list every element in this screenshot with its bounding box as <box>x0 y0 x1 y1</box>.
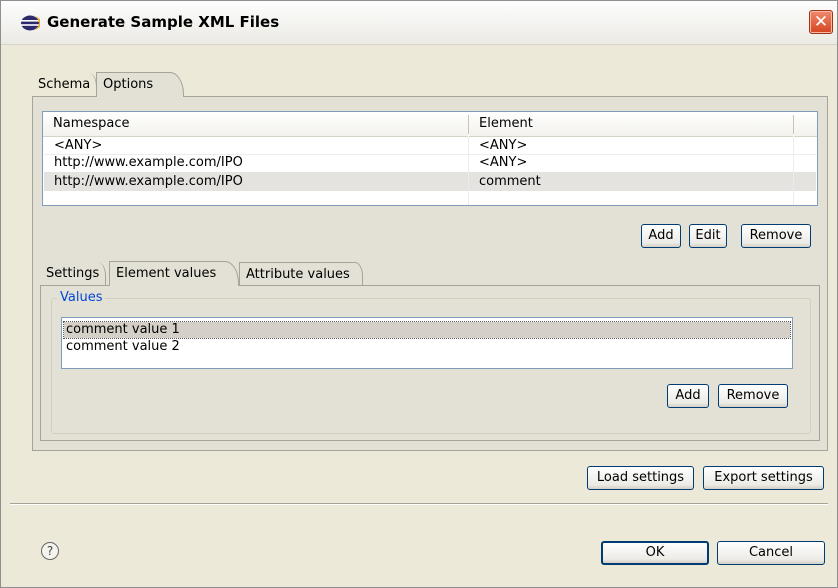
tab-attribute-values[interactable]: Attribute values <box>239 262 363 287</box>
column-gridline <box>793 137 794 205</box>
values-list[interactable]: comment value 1 comment value 2 <box>61 317 793 369</box>
row-namespace: <ANY> <box>54 138 103 153</box>
column-header-filler <box>794 112 817 137</box>
column-header-element[interactable]: Element <box>469 112 793 137</box>
add-element-button[interactable]: Add <box>641 224 681 248</box>
tab-element-values[interactable]: Element values <box>109 261 239 286</box>
dialog-window: Generate Sample XML Files ✕ Schema Optio… <box>0 0 838 588</box>
help-icon[interactable]: ? <box>41 542 59 560</box>
add-value-button[interactable]: Add <box>667 384 709 408</box>
row-element: <ANY> <box>479 138 528 153</box>
table-row[interactable]: <ANY> <ANY> <box>44 138 816 154</box>
list-item[interactable]: comment value 1 <box>63 321 791 339</box>
tab-options[interactable]: Options <box>96 72 184 97</box>
element-table[interactable]: Namespace Element <ANY> <ANY> http://www… <box>42 111 818 206</box>
row-namespace: http://www.example.com/IPO <box>54 174 243 189</box>
table-row-selected[interactable]: http://www.example.com/IPO comment <box>44 172 816 191</box>
column-header-namespace[interactable]: Namespace <box>43 112 468 137</box>
remove-value-button[interactable]: Remove <box>718 384 788 408</box>
row-element: <ANY> <box>479 155 528 170</box>
element-values-panel: Values comment value 1 comment value 2 A… <box>40 285 820 441</box>
close-button[interactable]: ✕ <box>809 10 833 34</box>
list-item[interactable]: comment value 2 <box>64 339 790 355</box>
tab-settings[interactable]: Settings <box>40 262 107 287</box>
cancel-button[interactable]: Cancel <box>717 541 825 565</box>
footer-separator <box>10 503 828 505</box>
row-element: comment <box>479 174 541 189</box>
window-title: Generate Sample XML Files <box>47 13 280 31</box>
export-settings-button[interactable]: Export settings <box>703 466 824 490</box>
column-gridline <box>468 137 469 205</box>
eclipse-icon <box>21 15 40 31</box>
title-bar: Generate Sample XML Files ✕ <box>1 1 837 45</box>
options-panel: Namespace Element <ANY> <ANY> http://www… <box>32 96 828 451</box>
edit-element-button[interactable]: Edit <box>689 224 727 248</box>
remove-element-button[interactable]: Remove <box>741 224 811 248</box>
tab-options-label: Options <box>103 77 154 92</box>
close-icon: ✕ <box>813 12 829 32</box>
tab-schema-label: Schema <box>38 77 91 92</box>
row-namespace: http://www.example.com/IPO <box>54 155 243 170</box>
tab-schema[interactable]: Schema <box>32 73 98 98</box>
load-settings-button[interactable]: Load settings <box>587 466 694 490</box>
table-row[interactable]: http://www.example.com/IPO <ANY> <box>44 155 816 171</box>
ok-button[interactable]: OK <box>601 541 709 565</box>
values-group-label: Values <box>57 290 106 306</box>
